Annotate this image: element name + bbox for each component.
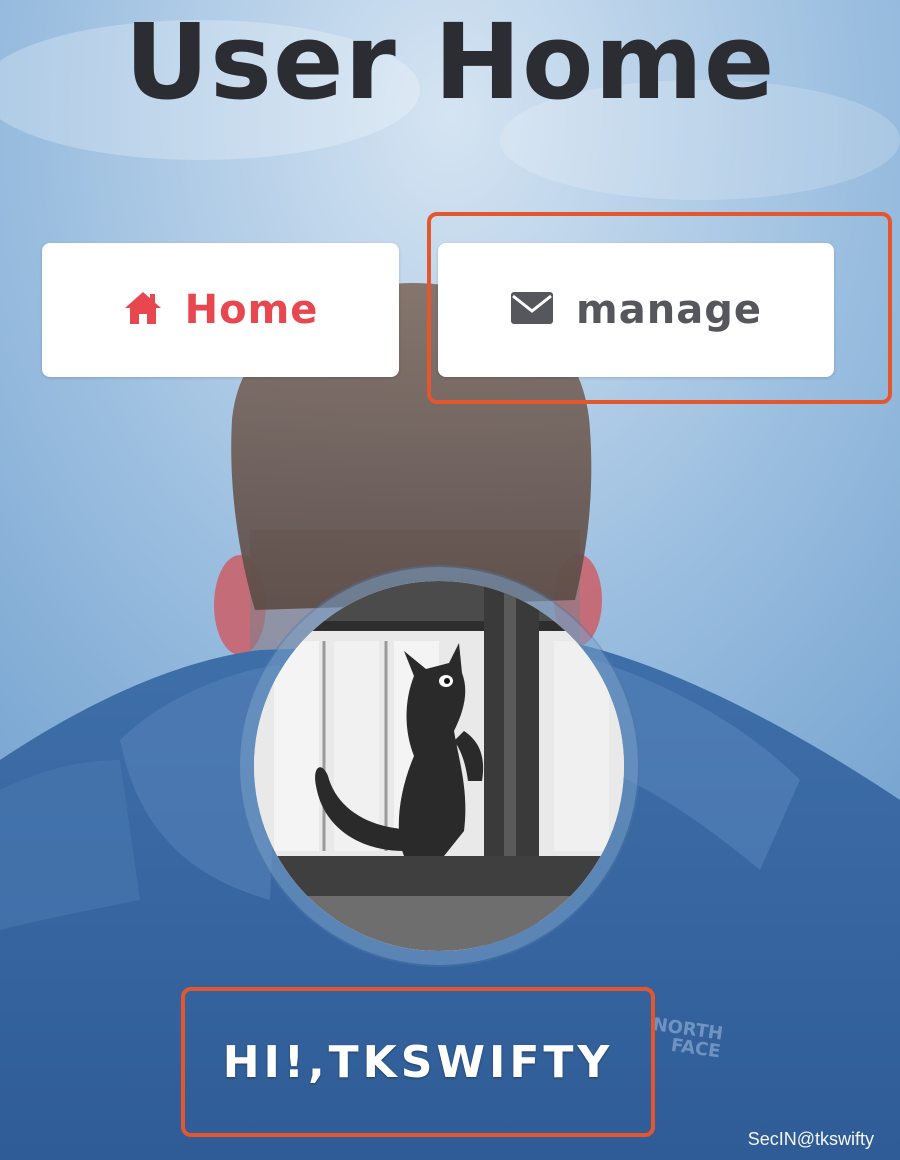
home-button[interactable]: Home (42, 243, 399, 377)
greeting-text: HI!,TKSWIFTY (222, 1036, 614, 1088)
envelope-icon (510, 291, 554, 329)
black-cat-image (254, 581, 624, 951)
page-title: User Home (124, 1, 776, 123)
watermark: SecIN@tkswifty (747, 1129, 874, 1149)
manage-button-label: manage (576, 287, 762, 333)
manage-button[interactable]: manage (438, 243, 834, 377)
user-home-page: NORTH FACE User Home Home manage HI!,TKS… (0, 0, 900, 1160)
home-button-label: Home (184, 287, 319, 333)
home-icon (123, 290, 163, 330)
avatar[interactable] (254, 581, 624, 951)
